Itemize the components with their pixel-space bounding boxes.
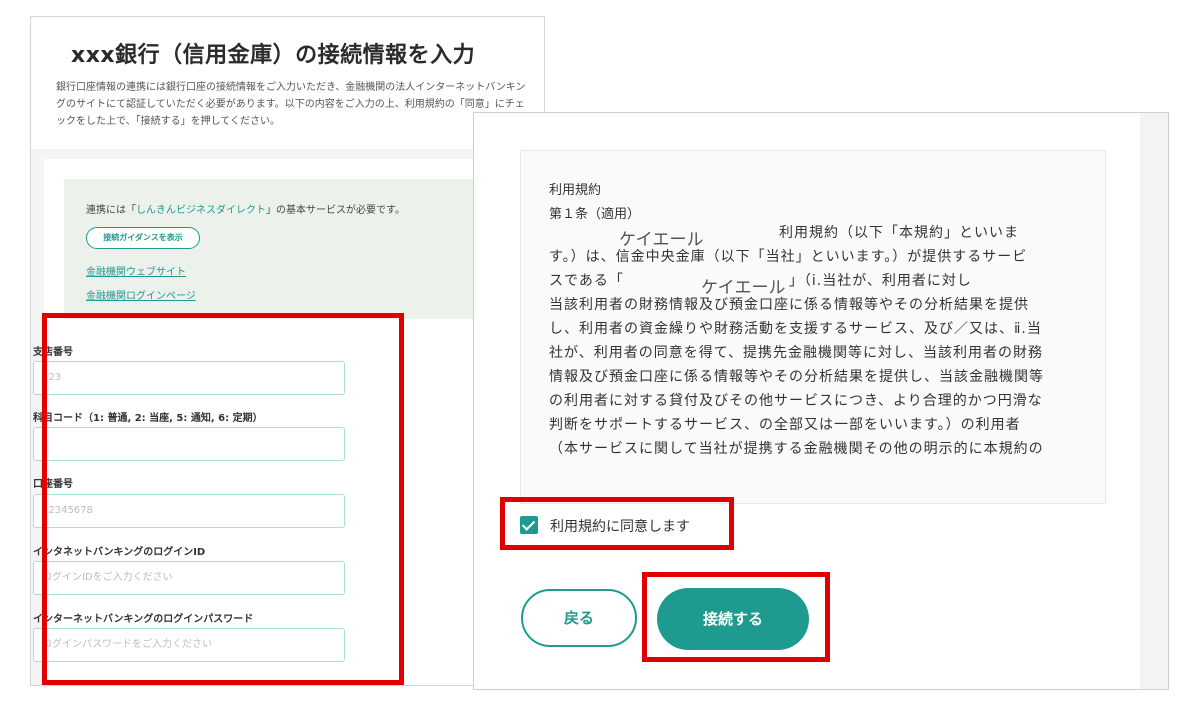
page-description: 銀行口座情報の連携には銀行口座の接続情報をご入力いただき、金融機関の法人インター… xyxy=(56,82,526,127)
highlight-box-connect xyxy=(642,572,830,662)
terms-scroll-box[interactable]: 利用規約 第１条（適用） ケイエール ケイエール 利用規約（以下「本規約」といい… xyxy=(520,150,1106,504)
back-button[interactable]: 戻る xyxy=(521,589,637,647)
highlight-box-agree xyxy=(500,497,734,550)
bank-website-link[interactable]: 金融機関ウェブサイト xyxy=(86,263,186,278)
terms-line: スである「 」（ⅰ.当社が、利用者に対し xyxy=(549,273,972,289)
terms-line: の利用者に対する貸付及びその他サービスにつき、より合理的かつ円滑な xyxy=(549,393,1043,409)
terms-line: 利用規約（以下「本規約」といいま xyxy=(779,225,1019,241)
terms-line: 判断をサポートするサービス、の全部又は一部をいいます。）の利用者 xyxy=(549,417,1021,433)
terms-line: す。）は、信金中央金庫（以下「当社」といいます。）が提供するサービ xyxy=(549,249,1028,265)
notice-text: 連携には「しんきんビジネスダイレクト」の基本サービスが必要です。 xyxy=(86,201,405,216)
panel-scroll-strip xyxy=(1140,113,1168,689)
service-name: しんきんビジネスダイレクト xyxy=(136,205,266,216)
guidance-button[interactable]: 接続ガイダンスを表示 xyxy=(86,227,200,249)
bank-login-link[interactable]: 金融機関ログインページ xyxy=(86,287,196,302)
terms-line: し、利用者の資金繰りや財務活動を支援するサービス、及び／又は、ⅱ.当 xyxy=(549,321,1042,337)
terms-article: 第１条（適用） xyxy=(549,207,641,222)
terms-line: 当該利用者の財務情報及び預金口座に係る情報等やその分析結果を提供 xyxy=(549,297,1029,313)
terms-line: （本サービスに関して当社が提携する金融機関その他の明示的に本規約の xyxy=(549,441,1044,457)
terms-body: 利用規約（以下「本規約」といいま す。）は、信金中央金庫（以下「当社」といいます… xyxy=(549,221,1079,461)
terms-line: 社が、利用者の同意を得て、提携先金融機関等に対し、当該利用者の財務 xyxy=(549,345,1044,361)
terms-line: 情報及び預金口座に係る情報等やその分析結果を提供し、当該金融機関等 xyxy=(549,369,1044,385)
terms-heading: 利用規約 xyxy=(549,183,602,198)
highlight-box-form xyxy=(42,313,404,685)
notice-prefix: 連携には「 xyxy=(86,205,136,216)
notice-box: 連携には「しんきんビジネスダイレクト」の基本サービスが必要です。 接続ガイダンス… xyxy=(64,179,544,319)
page-title: xxx銀行（信用金庫）の接続情報を入力 xyxy=(71,43,476,68)
panel-header: xxx銀行（信用金庫）の接続情報を入力 銀行口座情報の連携には銀行口座の接続情報… xyxy=(31,17,544,149)
notice-suffix: 」の基本サービスが必要です。 xyxy=(266,205,405,216)
